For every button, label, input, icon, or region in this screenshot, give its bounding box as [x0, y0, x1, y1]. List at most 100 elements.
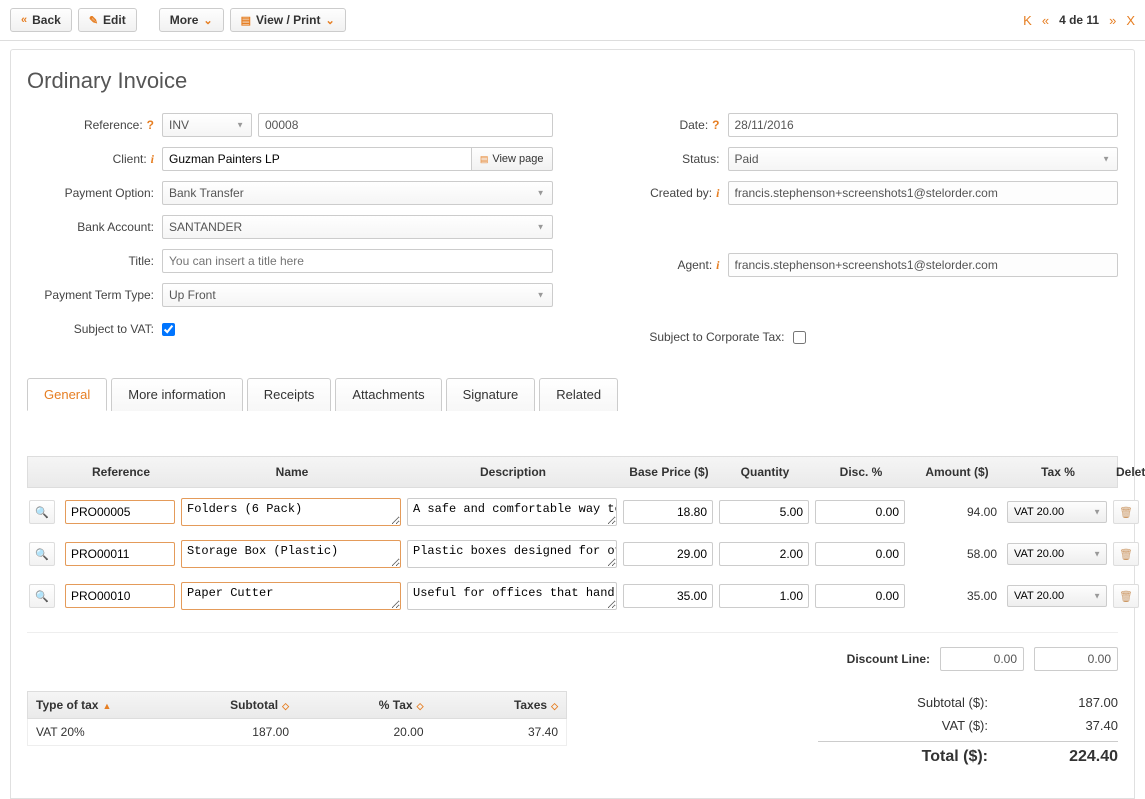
item-tax-select[interactable] [1007, 501, 1107, 523]
col-reference: Reference [66, 461, 176, 483]
col-tax: Tax % [1008, 461, 1108, 483]
tab-signature[interactable]: Signature [446, 378, 536, 411]
item-ref-input[interactable] [65, 584, 175, 608]
view-page-button[interactable]: ▤View page [471, 147, 553, 171]
created-by-field [728, 181, 1119, 205]
item-qty-input[interactable] [719, 542, 809, 566]
item-desc-input[interactable]: Useful for offices that handle large [407, 582, 617, 610]
page-title: Ordinary Invoice [27, 68, 1118, 94]
item-ref-input[interactable] [65, 542, 175, 566]
item-disc-input[interactable] [815, 542, 905, 566]
bank-account-select[interactable] [162, 215, 553, 239]
pager-text: 4 de 11 [1059, 13, 1099, 27]
edit-button[interactable]: ✎Edit [78, 8, 137, 32]
tab-receipts[interactable]: Receipts [247, 378, 332, 411]
item-delete-button[interactable]: 🗑 [1113, 584, 1139, 608]
payment-term-select[interactable] [162, 283, 553, 307]
tax-col-taxes[interactable]: Taxes◇ [432, 692, 567, 718]
chevron-left-icon: « [21, 14, 27, 26]
tab-attachments[interactable]: Attachments [335, 378, 441, 411]
pager-prev[interactable]: « [1042, 13, 1049, 28]
client-input[interactable] [162, 147, 471, 171]
item-price-input[interactable] [623, 500, 713, 524]
tax-pct-cell: 20.00 [297, 719, 432, 745]
item-delete-button[interactable]: 🗑 [1113, 542, 1139, 566]
col-description: Description [408, 461, 618, 483]
tab-panel-general: Reference Name Description Base Price ($… [27, 410, 1118, 780]
status-select[interactable] [728, 147, 1119, 171]
more-button[interactable]: More ⌄ [159, 8, 224, 32]
item-price-input[interactable] [623, 542, 713, 566]
item-amount: 94.00 [911, 505, 1001, 519]
item-name-input[interactable]: Storage Box (Plastic) [181, 540, 401, 568]
info-icon[interactable]: i [151, 152, 154, 167]
subject-corp-checkbox[interactable] [793, 331, 806, 344]
item-amount: 35.00 [911, 589, 1001, 603]
vat-value: 37.40 [1018, 718, 1118, 733]
trash-icon: 🗑 [1119, 506, 1133, 519]
tax-table: Type of tax▲ Subtotal◇ % Tax◇ Taxes◇ VAT… [27, 691, 567, 746]
chevron-down-icon: ⌄ [325, 14, 334, 27]
item-desc-input[interactable]: A safe and comfortable way to store [407, 498, 617, 526]
reference-number-input[interactable] [258, 113, 553, 137]
sort-icon: ◇ [417, 701, 424, 711]
tax-taxes-cell: 37.40 [432, 719, 567, 745]
more-label: More [170, 13, 199, 27]
discount-value-2[interactable] [1034, 647, 1118, 671]
label-created-by: Created by:i [593, 186, 728, 201]
label-client: Client:i [27, 152, 162, 167]
item-delete-button[interactable]: 🗑 [1113, 500, 1139, 524]
col-quantity: Quantity [720, 461, 810, 483]
view-print-button[interactable]: ▤View / Print⌄ [230, 8, 346, 32]
pager-next[interactable]: » [1109, 13, 1116, 28]
agent-field [728, 253, 1119, 277]
item-disc-input[interactable] [815, 500, 905, 524]
reference-prefix-select[interactable] [162, 113, 252, 137]
item-desc-input[interactable]: Plastic boxes designed for offices, [407, 540, 617, 568]
item-name-input[interactable]: Paper Cutter [181, 582, 401, 610]
col-base-price: Base Price ($) [624, 461, 714, 483]
date-input[interactable] [728, 113, 1119, 137]
tax-col-subtotal[interactable]: Subtotal◇ [163, 692, 298, 718]
pager-first[interactable]: K [1023, 13, 1032, 28]
tab-related[interactable]: Related [539, 378, 618, 411]
tax-col-pct[interactable]: % Tax◇ [297, 692, 432, 718]
title-input[interactable] [162, 249, 553, 273]
item-tax-select[interactable] [1007, 585, 1107, 607]
col-name: Name [182, 461, 402, 483]
label-payment-option: Payment Option: [27, 186, 162, 200]
tab-general[interactable]: General [27, 378, 107, 411]
content-panel: Ordinary Invoice Reference:? Client:i ▤V… [10, 49, 1135, 799]
item-disc-input[interactable] [815, 584, 905, 608]
sort-icon: ◇ [282, 701, 289, 711]
subject-vat-checkbox[interactable] [162, 323, 175, 336]
pager-last[interactable]: X [1126, 13, 1135, 28]
help-icon[interactable]: ? [712, 118, 719, 132]
label-title: Title: [27, 254, 162, 268]
payment-option-select[interactable] [162, 181, 553, 205]
chevron-down-icon: ⌄ [203, 14, 212, 27]
info-icon[interactable]: i [716, 186, 719, 201]
trash-icon: 🗑 [1119, 548, 1133, 561]
item-qty-input[interactable] [719, 584, 809, 608]
item-price-input[interactable] [623, 584, 713, 608]
back-button[interactable]: «Back [10, 8, 72, 32]
form-grid: Reference:? Client:i ▤View page Payment … [27, 112, 1118, 358]
sort-up-icon: ▲ [102, 701, 111, 711]
tax-type-cell: VAT 20% [28, 719, 163, 745]
help-icon[interactable]: ? [147, 118, 154, 132]
info-icon[interactable]: i [716, 258, 719, 273]
item-ref-input[interactable] [65, 500, 175, 524]
item-search-button[interactable]: 🔍 [29, 500, 55, 524]
tab-more-info[interactable]: More information [111, 378, 243, 411]
discount-label: Discount Line: [847, 652, 930, 666]
col-amount: Amount ($) [912, 461, 1002, 483]
item-qty-input[interactable] [719, 500, 809, 524]
item-name-input[interactable]: Folders (6 Pack) [181, 498, 401, 526]
item-search-button[interactable]: 🔍 [29, 542, 55, 566]
item-search-button[interactable]: 🔍 [29, 584, 55, 608]
tax-col-type[interactable]: Type of tax▲ [28, 692, 163, 718]
col-delete: Delete [1114, 461, 1145, 483]
discount-value-1[interactable] [940, 647, 1024, 671]
item-tax-select[interactable] [1007, 543, 1107, 565]
